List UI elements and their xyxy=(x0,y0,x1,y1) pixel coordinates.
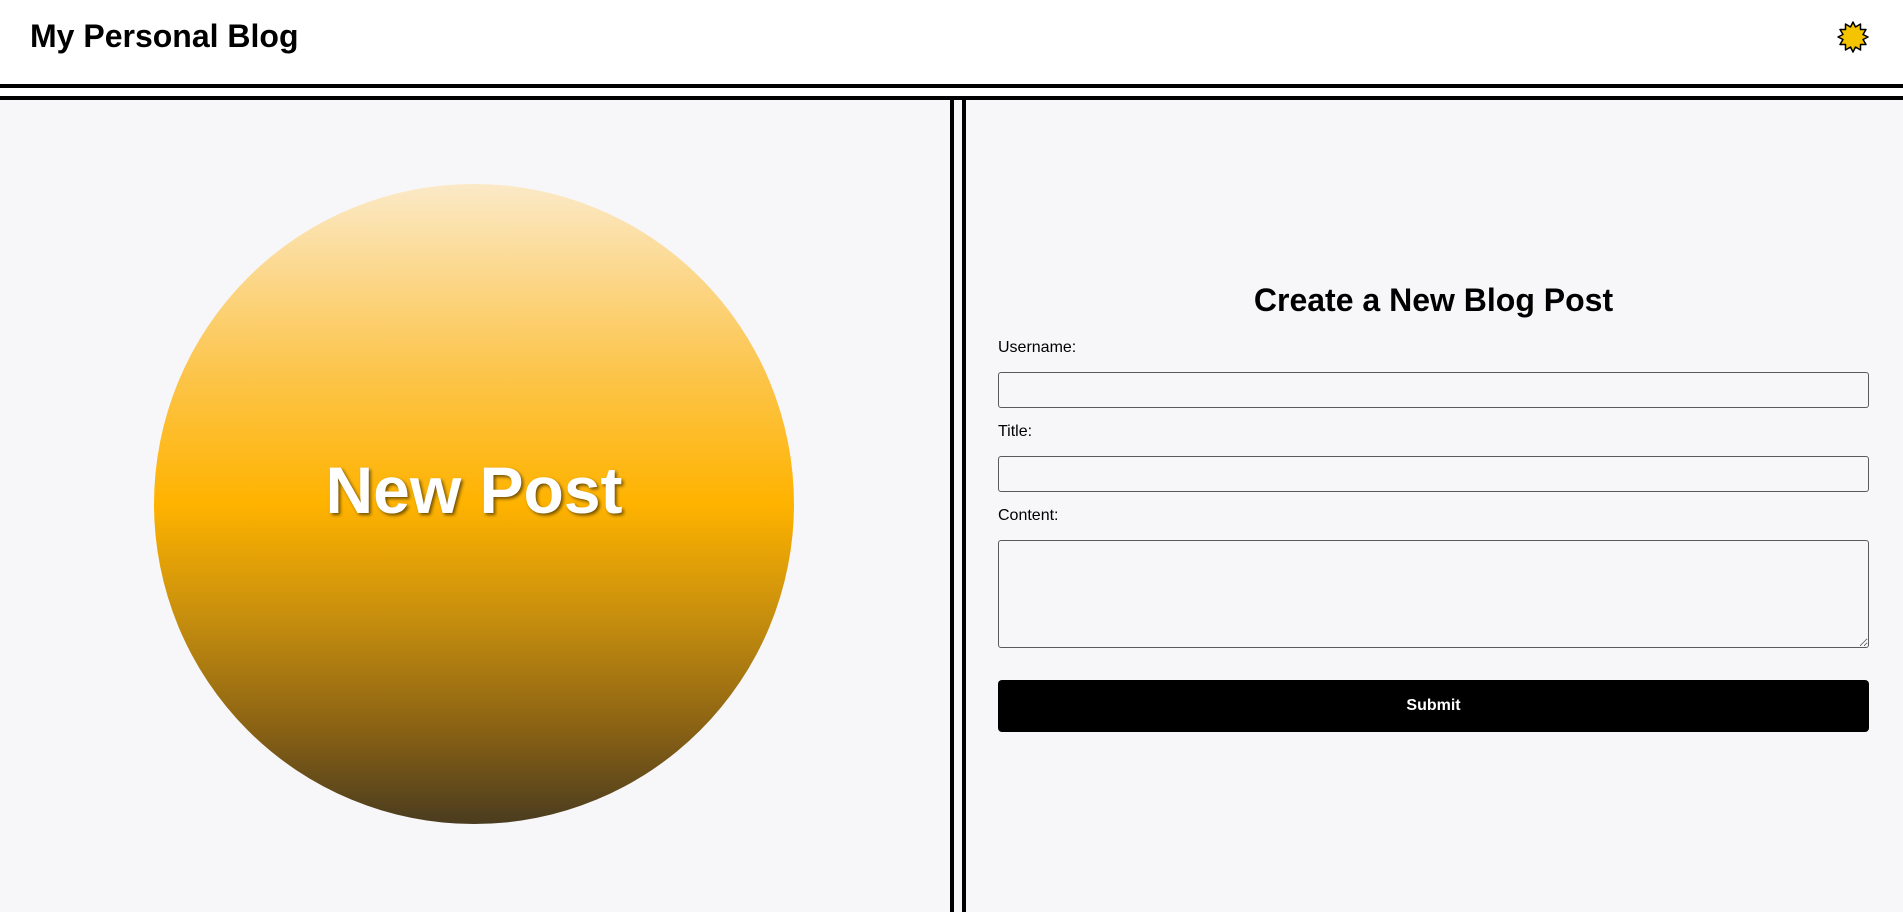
title-input[interactable] xyxy=(998,456,1869,492)
sun-icon xyxy=(1837,21,1869,53)
site-header: My Personal Blog xyxy=(0,0,1903,82)
hero-pane: New Post xyxy=(0,100,950,912)
new-post-circle: New Post xyxy=(154,184,794,824)
blog-page: My Personal Blog New Post Create a New B… xyxy=(0,0,1903,912)
pane-divider-left xyxy=(950,100,954,912)
main-content: New Post Create a New Blog Post Username… xyxy=(0,100,1903,912)
title-label: Title: xyxy=(998,423,1033,440)
form-heading: Create a New Blog Post xyxy=(1253,282,1614,318)
site-title: My Personal Blog xyxy=(30,18,299,54)
theme-toggle-button[interactable] xyxy=(1836,20,1870,54)
content-label: Content: xyxy=(998,507,1059,524)
circle-label: New Post xyxy=(325,453,623,527)
submit-button[interactable]: Submit xyxy=(998,680,1869,732)
username-input[interactable] xyxy=(998,372,1869,408)
header-divider-top xyxy=(0,84,1903,88)
pane-divider-right xyxy=(962,100,966,912)
username-label: Username: xyxy=(998,339,1077,356)
content-textarea[interactable] xyxy=(998,540,1869,648)
new-post-form: Create a New Blog Post Username: Title: … xyxy=(998,100,1869,912)
